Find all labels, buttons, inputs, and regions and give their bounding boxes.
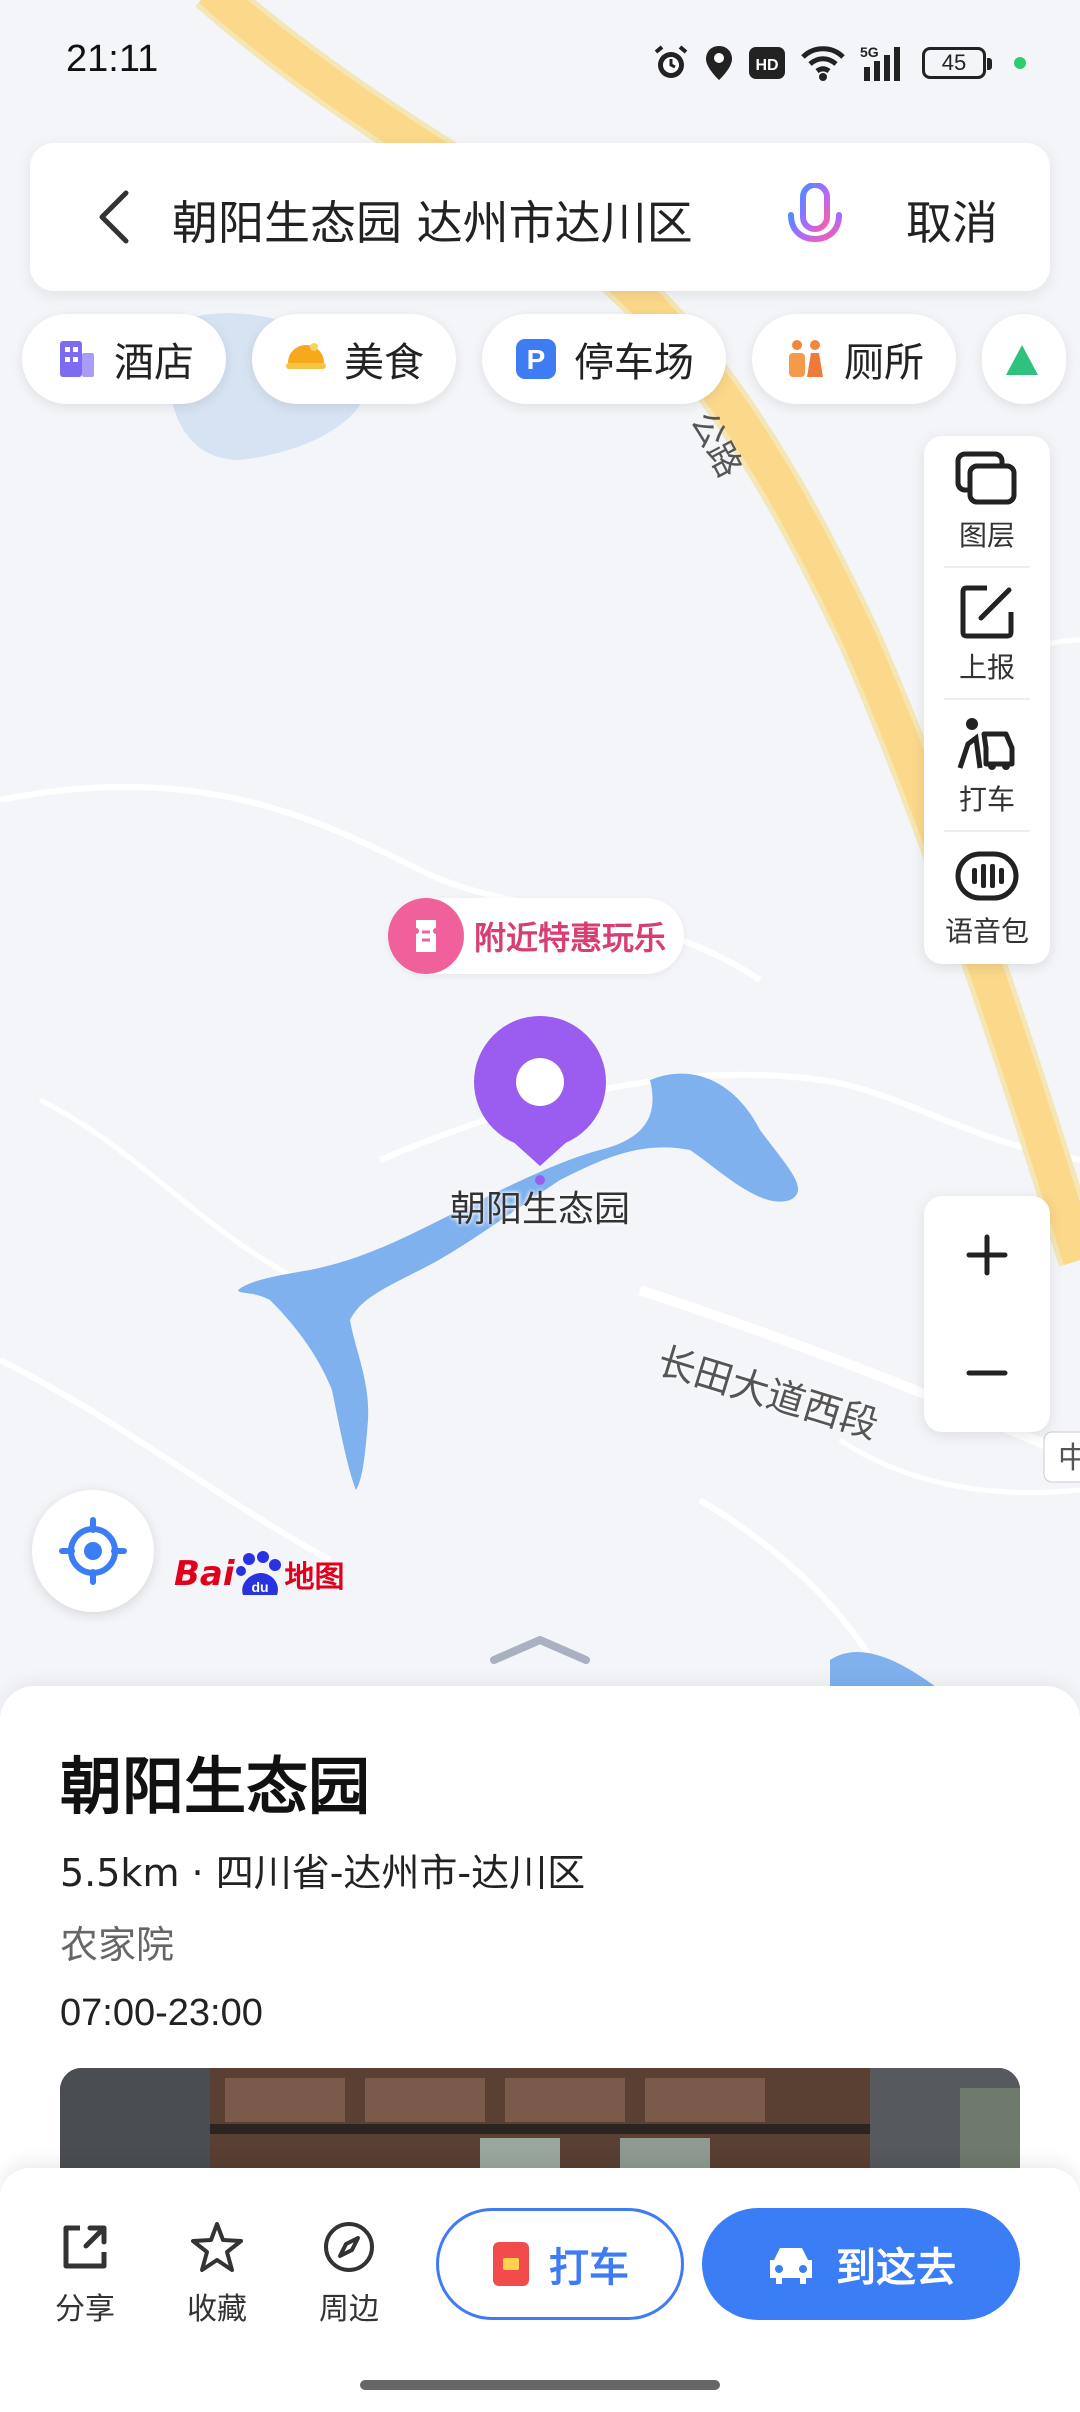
share-button[interactable]: 分享	[30, 2220, 140, 2328]
home-indicator[interactable]	[360, 2380, 720, 2390]
clock: 21:11	[66, 38, 159, 80]
microphone-icon	[788, 182, 842, 254]
chip-label: 停车场	[574, 340, 694, 386]
search-bar: 朝阳生态园 达州市达川区 取消	[30, 143, 1050, 291]
toilet-icon	[789, 340, 823, 377]
locate-me-button[interactable]	[32, 1490, 154, 1612]
nearby-deals-badge[interactable]: 附近特惠玩乐	[388, 898, 685, 974]
hd-text: HD	[755, 57, 778, 74]
voice-pack-icon	[955, 851, 1019, 901]
star-icon	[191, 2222, 243, 2272]
crosshair-icon	[59, 1517, 127, 1585]
map-tools-panel: 图层 上报 打车 语音包	[924, 436, 1050, 964]
chip-toilet[interactable]: 厕所	[752, 314, 956, 404]
place-category: 农家院	[60, 1923, 175, 1967]
wifi-icon	[800, 43, 846, 83]
edge-map-label: 中	[1058, 1441, 1080, 1476]
poi-map-label[interactable]: 朝阳生态园	[420, 1180, 660, 1232]
status-bar: 21:11 HD 5G 45	[0, 0, 1080, 120]
layers-label: 图层	[958, 519, 1015, 552]
food-icon	[286, 343, 326, 369]
chip-more[interactable]	[982, 314, 1066, 404]
navigate-label: 到这去	[836, 2245, 956, 2291]
back-arrow-icon	[99, 190, 129, 244]
voice-search-button[interactable]	[780, 182, 850, 255]
share-label: 分享	[55, 2292, 115, 2327]
taxi-tool-button[interactable]: 打车	[924, 700, 1050, 830]
svg-text:P: P	[527, 344, 546, 375]
hd-icon: HD	[748, 43, 786, 83]
logo-du: du	[251, 1579, 268, 1595]
zoom-in-button[interactable]	[924, 1196, 1050, 1314]
zoom-controls	[924, 1196, 1050, 1432]
battery-indicator: 45	[922, 47, 992, 79]
hotel-icon	[60, 341, 94, 377]
location-icon	[704, 43, 734, 83]
nearby-button[interactable]: 周边	[294, 2220, 404, 2328]
logo-bai: Bai	[174, 1554, 235, 1594]
taxi-button[interactable]: 打车	[436, 2208, 684, 2320]
network-text: 5G	[860, 44, 879, 60]
edit-report-icon	[960, 585, 1014, 639]
cellular-5g-icon: 5G	[860, 43, 908, 83]
report-label: 上报	[958, 651, 1015, 684]
plus-icon	[966, 1234, 1008, 1276]
nearby-label: 周边	[319, 2292, 379, 2327]
report-button[interactable]: 上报	[924, 568, 1050, 698]
taxi-button-label: 打车	[549, 2245, 629, 2291]
layers-button[interactable]: 图层	[924, 436, 1050, 566]
taxi-tool-label: 打车	[958, 783, 1015, 816]
favorite-button[interactable]: 收藏	[162, 2220, 272, 2328]
taxi-person-icon	[957, 718, 1015, 770]
chip-parking[interactable]: P 停车场	[482, 314, 726, 404]
voice-pack-label: 语音包	[944, 915, 1029, 948]
place-distance-address: 5.5km · 四川省-达州市-达川区	[60, 1851, 586, 1895]
favorite-label: 收藏	[187, 2292, 247, 2327]
compass-icon	[324, 2222, 374, 2272]
expand-sheet-handle-icon[interactable]	[488, 1630, 592, 1670]
taxi-coupon-icon	[493, 2242, 529, 2286]
chip-label: 酒店	[114, 340, 194, 386]
chip-label: 美食	[344, 340, 424, 386]
parking-icon: P	[516, 339, 556, 379]
privacy-indicator-dot	[1014, 57, 1026, 69]
minus-icon	[966, 1370, 1008, 1376]
zoom-out-button[interactable]	[924, 1314, 1050, 1432]
nearby-deals-label: 附近特惠玩乐	[474, 919, 667, 957]
cancel-button[interactable]: 取消	[906, 187, 998, 253]
logo-text: 地图	[284, 1560, 345, 1595]
navigate-button[interactable]: 到这去	[702, 2208, 1020, 2320]
chip-food[interactable]: 美食	[252, 314, 456, 404]
search-input[interactable]: 朝阳生态园 达州市达川区	[172, 187, 693, 253]
paw-logo-icon: du	[235, 1551, 281, 1595]
scenic-icon	[1006, 345, 1038, 375]
back-button[interactable]	[90, 187, 140, 247]
car-icon	[770, 2248, 812, 2284]
layers-icon	[955, 451, 1017, 505]
bottom-action-bar: 分享 收藏 周边 打车 到这去	[0, 2168, 1080, 2412]
baidu-map-logo: Bai du 地图	[174, 1546, 345, 1602]
ticket-icon	[388, 898, 464, 974]
place-title: 朝阳生态园	[60, 1750, 371, 1823]
place-hours: 07:00-23:00	[60, 1992, 263, 2034]
share-icon	[63, 2225, 107, 2269]
category-chips: 酒店 美食 P 停车场 厕所	[22, 314, 1066, 404]
alarm-icon	[652, 43, 690, 83]
chip-hotel[interactable]: 酒店	[22, 314, 226, 404]
voice-pack-button[interactable]: 语音包	[924, 832, 1050, 962]
status-icons: HD 5G 45	[652, 38, 1026, 88]
chip-label: 厕所	[844, 340, 924, 386]
